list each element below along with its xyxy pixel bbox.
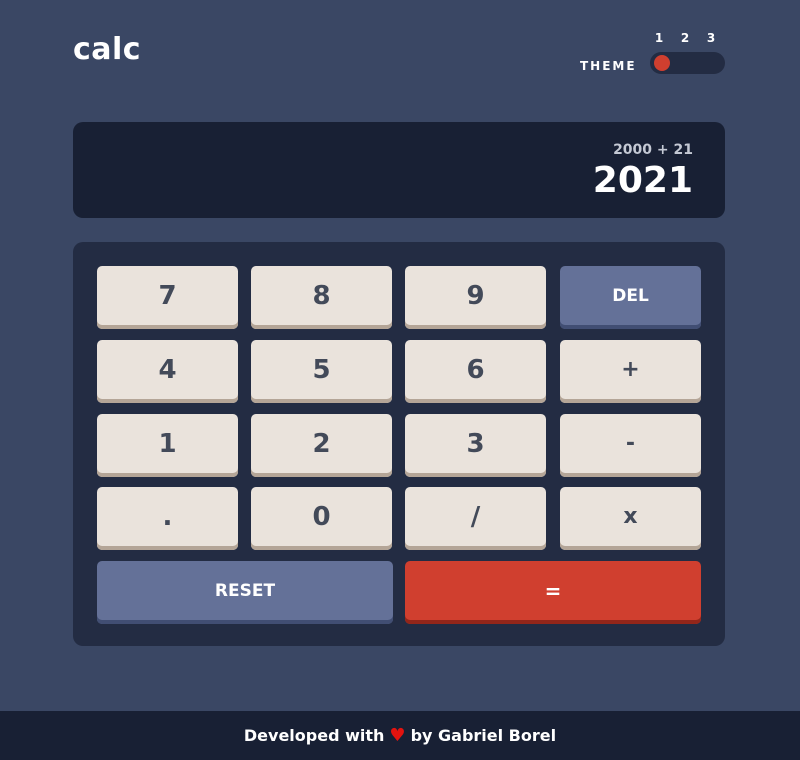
delete-button[interactable]: DEL xyxy=(560,266,701,329)
key-1[interactable]: 1 xyxy=(97,414,238,477)
key-6[interactable]: 6 xyxy=(405,340,546,403)
keypad: 7 8 9 DEL 4 5 6 + 1 2 3 - . 0 / x RESET … xyxy=(73,242,725,646)
footer-suffix: by Gabriel Borel xyxy=(410,726,557,745)
key-5[interactable]: 5 xyxy=(251,340,392,403)
multiply-button[interactable]: x xyxy=(560,487,701,550)
theme-label: THEME xyxy=(580,59,637,73)
key-2[interactable]: 2 xyxy=(251,414,392,477)
subtract-button[interactable]: - xyxy=(560,414,701,477)
app-logo: calc xyxy=(73,32,142,67)
decimal-button[interactable]: . xyxy=(97,487,238,550)
reset-button[interactable]: RESET xyxy=(97,561,393,624)
footer-prefix: Developed with xyxy=(243,726,385,745)
theme-option-1[interactable]: 1 xyxy=(653,31,665,45)
key-8[interactable]: 8 xyxy=(251,266,392,329)
key-7[interactable]: 7 xyxy=(97,266,238,329)
key-0[interactable]: 0 xyxy=(251,487,392,550)
key-3[interactable]: 3 xyxy=(405,414,546,477)
theme-option-2[interactable]: 2 xyxy=(679,31,691,45)
divide-button[interactable]: / xyxy=(405,487,546,550)
key-4[interactable]: 4 xyxy=(97,340,238,403)
header: calc THEME 1 2 3 xyxy=(73,30,725,78)
add-button[interactable]: + xyxy=(560,340,701,403)
expression-text: 2000 + 21 xyxy=(613,142,693,158)
heart-icon: ♥ xyxy=(389,725,406,746)
result-text: 2021 xyxy=(592,160,693,201)
theme-option-3[interactable]: 3 xyxy=(705,31,717,45)
theme-toggle-knob[interactable] xyxy=(654,55,670,71)
key-9[interactable]: 9 xyxy=(405,266,546,329)
equals-button[interactable]: = xyxy=(405,561,701,624)
theme-toggle[interactable] xyxy=(650,52,725,74)
footer: Developed with ♥ by Gabriel Borel xyxy=(0,711,800,760)
calculator-display: 2000 + 21 2021 xyxy=(73,122,725,218)
theme-numbers: 1 2 3 xyxy=(650,31,725,47)
